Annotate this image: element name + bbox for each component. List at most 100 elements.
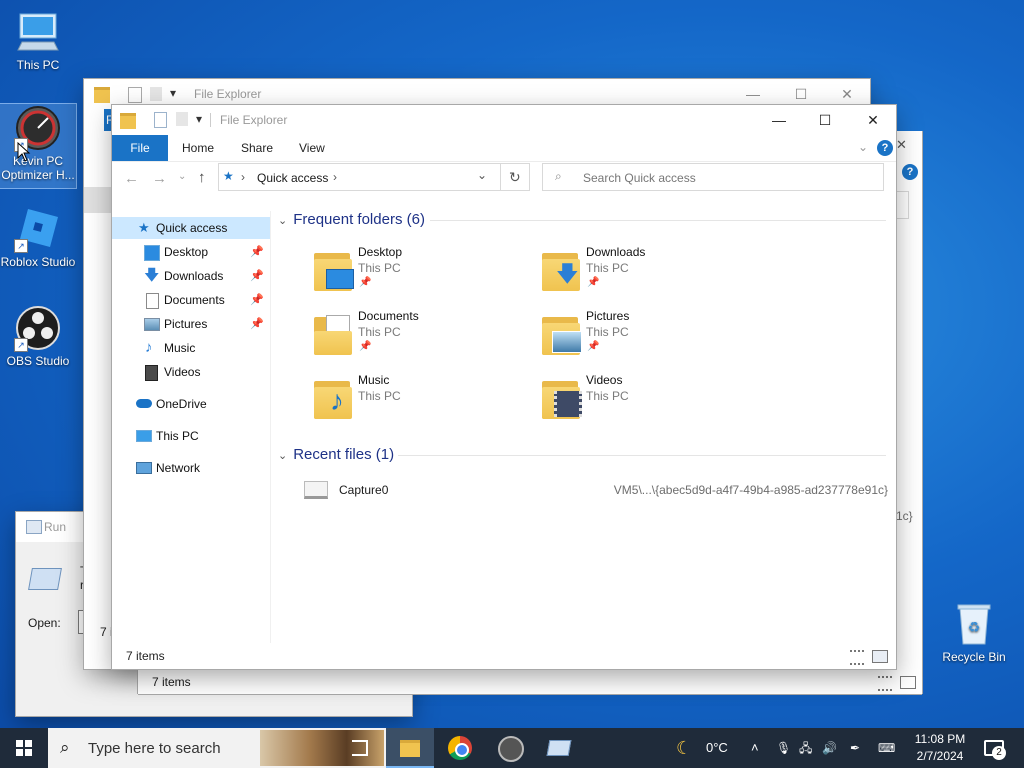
clock[interactable]: 11:08 PM 2/7/2024: [910, 731, 970, 765]
this-pc-icon: [14, 8, 62, 56]
folder-tile-downloads[interactable]: 🡇 Downloads This PC 📌: [540, 245, 760, 305]
this-pc-icon: [136, 430, 152, 442]
desktop-folder-icon: [312, 247, 356, 293]
tab-file[interactable]: File: [112, 135, 168, 161]
run-app-icon: [28, 568, 62, 590]
breadcrumb-quick-access[interactable]: Quick access: [257, 171, 328, 185]
pen-icon[interactable]: ✒: [850, 728, 860, 768]
folder-tile-desktop[interactable]: Desktop This PC 📌: [312, 245, 532, 305]
sidebar-item-music[interactable]: ♪ Music: [112, 337, 270, 359]
back-close-icon[interactable]: ✕: [896, 137, 907, 153]
folder-icon: [120, 113, 136, 129]
breadcrumb-chevron-icon[interactable]: ›: [333, 170, 337, 184]
back-arrow-icon[interactable]: ←: [124, 170, 139, 187]
list-item[interactable]: Capture0 VM5\...\{abec5d9d-a4f7-49b4-a98…: [298, 479, 888, 501]
downloads-icon: 🡇: [144, 267, 160, 284]
expand-ribbon-icon[interactable]: ⌄: [858, 140, 868, 154]
item-count: 7 items: [126, 649, 165, 663]
collapse-chevron-icon: ⌄: [278, 215, 288, 227]
taskbar-chrome[interactable]: [436, 728, 484, 768]
task-view-button[interactable]: [336, 728, 384, 768]
pin-icon[interactable]: 📌: [250, 289, 264, 311]
quick-access-dropdown-icon[interactable]: ▾: [196, 112, 202, 126]
minimize-button[interactable]: —: [756, 105, 802, 135]
desktop-icon-obs-studio[interactable]: ↗ OBS Studio: [0, 304, 76, 372]
sidebar-item-quick-access[interactable]: ★ Quick access: [112, 217, 270, 239]
pin-icon[interactable]: 📌: [250, 313, 264, 335]
navpane-divider: [270, 211, 271, 643]
sidebar-item-documents[interactable]: Documents 📌: [112, 289, 270, 311]
sidebar-item-network[interactable]: Network: [112, 457, 270, 479]
sidebar-item-desktop[interactable]: Desktop 📌: [112, 241, 270, 263]
file-explorer-window[interactable]: ▾ File Explorer — ☐ ✕ File Home Share Vi…: [112, 105, 896, 669]
close-button[interactable]: ✕: [850, 105, 896, 135]
svg-text:♻: ♻: [968, 619, 981, 635]
sidebar-item-videos[interactable]: Videos: [112, 361, 270, 383]
weather-temperature[interactable]: 0°C: [706, 728, 728, 768]
pin-icon[interactable]: 📌: [250, 241, 264, 263]
maximize-button[interactable]: ☐: [802, 105, 848, 135]
folder-name: Music: [358, 373, 390, 387]
search-box[interactable]: ⌕ Search Quick access: [542, 163, 884, 191]
desktop-icon-pc-optimizer[interactable]: ↗ Kevin PC Optimizer H...: [0, 103, 77, 189]
run-title: Run: [44, 520, 67, 534]
properties-icon: [128, 87, 142, 103]
up-arrow-icon[interactable]: ↑: [198, 169, 206, 186]
notification-count-badge: 2: [992, 746, 1006, 760]
folder-tile-documents[interactable]: Documents This PC 📌: [312, 309, 532, 369]
desktop-icon-this-pc[interactable]: This PC: [0, 8, 76, 74]
network-icon[interactable]: 🖧: [799, 728, 812, 768]
pin-icon[interactable]: 📌: [250, 265, 264, 287]
new-folder-icon[interactable]: [176, 112, 188, 126]
quick-access-star-icon: ★: [138, 220, 150, 235]
large-icons-view-icon[interactable]: [872, 650, 888, 663]
tab-home[interactable]: Home: [182, 135, 214, 161]
details-view-icon[interactable]: [850, 650, 864, 665]
address-dropdown-icon[interactable]: ⌄: [477, 168, 487, 182]
microphone-icon[interactable]: 🎙: [776, 728, 791, 768]
explorer-titlebar[interactable]: ▾ File Explorer — ☐ ✕: [112, 105, 896, 135]
address-bar[interactable]: ★ › Quick access › ⌄: [218, 163, 530, 191]
pin-icon: 📌: [587, 277, 600, 288]
back-help-icon[interactable]: ?: [902, 164, 918, 180]
show-hidden-icons-icon[interactable]: ˄: [751, 728, 759, 768]
desktop-icon-roblox-studio[interactable]: ↗ Roblox Studio: [0, 205, 76, 273]
refresh-button[interactable]: ↻: [500, 163, 530, 191]
start-button[interactable]: [0, 728, 48, 768]
run-icon: [546, 740, 572, 756]
breadcrumb-separator-icon: ›: [241, 170, 245, 184]
sidebar-item-downloads[interactable]: 🡇 Downloads 📌: [112, 265, 270, 287]
desktop-icon-recycle-bin[interactable]: ♻ Recycle Bin: [936, 600, 1012, 670]
taskbar-pc-optimizer[interactable]: [486, 728, 534, 768]
forward-arrow-icon[interactable]: →: [152, 170, 167, 187]
details-view-icon[interactable]: [878, 676, 892, 691]
sidebar-item-pictures[interactable]: Pictures 📌: [112, 313, 270, 335]
desktop-icon: [144, 245, 160, 261]
clock-time: 11:08 PM: [914, 732, 966, 746]
tab-view[interactable]: View: [299, 135, 325, 161]
folder-name: Documents: [358, 309, 419, 323]
help-icon[interactable]: ?: [877, 140, 893, 156]
sidebar-item-this-pc[interactable]: This PC: [112, 425, 270, 447]
folder-tile-pictures[interactable]: Pictures This PC 📌: [540, 309, 760, 369]
pin-icon: 📌: [359, 341, 372, 352]
recent-files-header[interactable]: ⌄ Recent files (1): [278, 446, 394, 463]
properties-icon[interactable]: [154, 112, 167, 128]
frequent-folders-header[interactable]: ⌄ Frequent folders (6): [278, 211, 425, 228]
tab-share[interactable]: Share: [241, 135, 273, 161]
documents-icon: [146, 293, 159, 309]
weather-moon-icon[interactable]: ☾: [676, 728, 692, 768]
search-icon: ⌕: [60, 738, 70, 757]
navigation-pane: ★ Quick access Desktop 📌 🡇 Downloads 📌 D…: [112, 211, 270, 643]
quick-access-dropdown-icon[interactable]: ▾: [170, 86, 176, 100]
large-icons-view-icon[interactable]: [900, 676, 916, 689]
folder-tile-music[interactable]: ♪ Music This PC: [312, 373, 532, 433]
recent-locations-chevron-icon[interactable]: ⌄: [178, 171, 186, 182]
notification-center-button[interactable]: 2: [980, 728, 1020, 768]
keyboard-icon[interactable]: ⌨: [878, 728, 895, 768]
sidebar-item-onedrive[interactable]: OneDrive: [112, 393, 270, 415]
folder-tile-videos[interactable]: Videos This PC: [540, 373, 760, 433]
taskbar-run[interactable]: [534, 728, 582, 768]
volume-icon[interactable]: 🔊: [822, 728, 837, 768]
taskbar-file-explorer[interactable]: [386, 728, 434, 768]
